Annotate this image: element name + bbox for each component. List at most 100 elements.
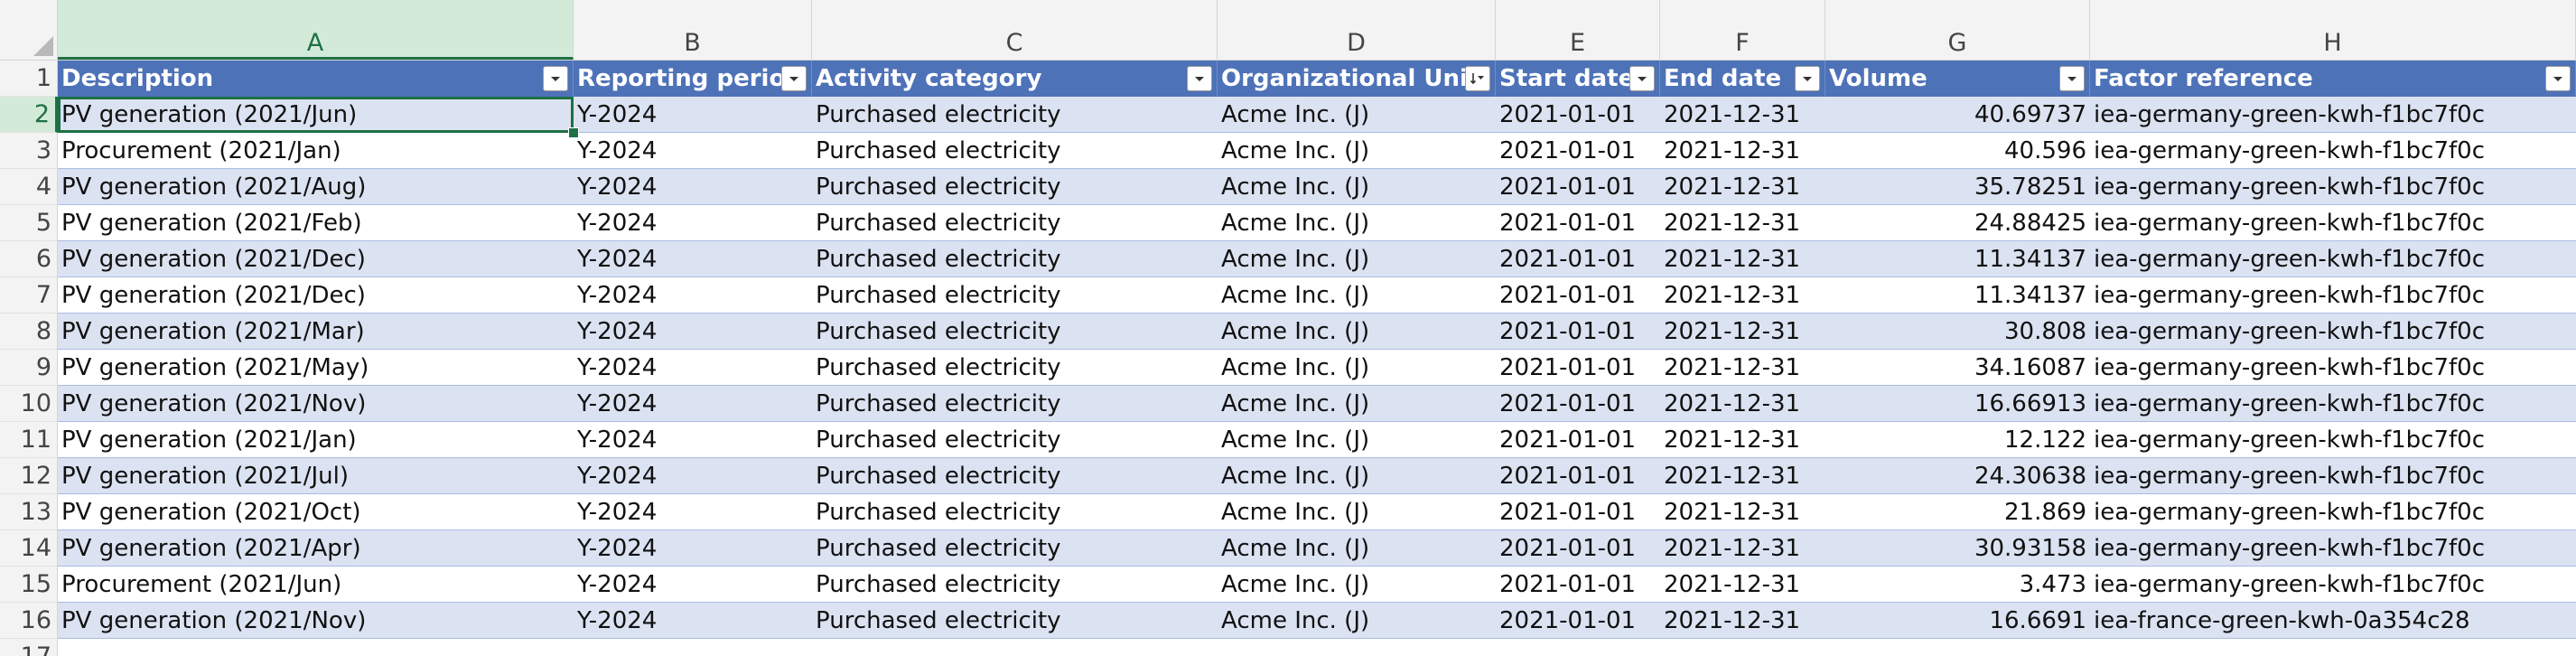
cell-a[interactable]: PV generation (2021/Jan) <box>58 422 574 457</box>
cell-h[interactable]: iea-germany-green-kwh-f1bc7f0c <box>2090 386 2576 421</box>
cell-f[interactable]: 2021-12-31 <box>1660 494 1825 529</box>
cell-f[interactable]: 2021-12-31 <box>1660 603 1825 638</box>
column-header-h[interactable]: H <box>2090 0 2576 60</box>
row-header-4[interactable]: 4 <box>0 169 58 205</box>
column-header-e[interactable]: E <box>1496 0 1660 60</box>
cell-h[interactable]: iea-germany-green-kwh-f1bc7f0c <box>2090 133 2576 168</box>
cell-g[interactable]: 34.16087 <box>1825 350 2090 385</box>
cell-g[interactable]: 30.808 <box>1825 314 2090 349</box>
cell-h[interactable]: iea-france-green-kwh-0a354c28 <box>2090 603 2576 638</box>
cell-c[interactable]: Purchased electricity <box>812 422 1218 457</box>
cell-h[interactable]: iea-germany-green-kwh-f1bc7f0c <box>2090 567 2576 602</box>
cell-a[interactable]: PV generation (2021/Dec) <box>58 277 574 313</box>
table-header-cell[interactable]: Factor reference <box>2090 61 2576 97</box>
cell-g[interactable]: 35.78251 <box>1825 169 2090 204</box>
cell-a[interactable]: PV generation (2021/Nov) <box>58 603 574 638</box>
cell-h[interactable]: iea-germany-green-kwh-f1bc7f0c <box>2090 494 2576 529</box>
cell-g[interactable]: 16.66913 <box>1825 386 2090 421</box>
table-header-cell[interactable]: Activity category <box>812 61 1218 97</box>
cell-e[interactable]: 2021-01-01 <box>1496 494 1660 529</box>
cell-g[interactable]: 12.122 <box>1825 422 2090 457</box>
cell-a[interactable]: Procurement (2021/Jun) <box>58 567 574 602</box>
cell-a[interactable]: PV generation (2021/Aug) <box>58 169 574 204</box>
cell-b[interactable]: Y-2024 <box>574 314 812 349</box>
cell-f[interactable]: 2021-12-31 <box>1660 205 1825 240</box>
cell-c[interactable]: Purchased electricity <box>812 603 1218 638</box>
cell-d[interactable]: Acme Inc. (J) <box>1218 567 1496 602</box>
cell-a[interactable]: PV generation (2021/Apr) <box>58 530 574 566</box>
cell-b[interactable]: Y-2024 <box>574 169 812 204</box>
cell-b[interactable]: Y-2024 <box>574 133 812 168</box>
cell-g[interactable]: 24.88425 <box>1825 205 2090 240</box>
spreadsheet-grid[interactable]: ABCDEFGH 1234567891011121314151617 Descr… <box>0 0 2576 656</box>
empty-row[interactable] <box>58 639 2576 656</box>
cell-d[interactable]: Acme Inc. (J) <box>1218 205 1496 240</box>
filter-dropdown-button[interactable] <box>781 66 807 91</box>
table-header-cell[interactable]: Organizational Unit <box>1218 61 1496 97</box>
cell-e[interactable]: 2021-01-01 <box>1496 205 1660 240</box>
cell-a[interactable]: PV generation (2021/Nov) <box>58 386 574 421</box>
filter-dropdown-button[interactable] <box>1629 66 1655 91</box>
table-header-cell[interactable]: End date <box>1660 61 1825 97</box>
cell-b[interactable]: Y-2024 <box>574 567 812 602</box>
row-header-6[interactable]: 6 <box>0 241 58 277</box>
cell-c[interactable]: Purchased electricity <box>812 169 1218 204</box>
cell-d[interactable]: Acme Inc. (J) <box>1218 169 1496 204</box>
cell-h[interactable]: iea-germany-green-kwh-f1bc7f0c <box>2090 422 2576 457</box>
cell-f[interactable]: 2021-12-31 <box>1660 133 1825 168</box>
cell-h[interactable]: iea-germany-green-kwh-f1bc7f0c <box>2090 97 2576 132</box>
cell-g[interactable]: 40.69737 <box>1825 97 2090 132</box>
cell-b[interactable]: Y-2024 <box>574 277 812 313</box>
cell-f[interactable]: 2021-12-31 <box>1660 314 1825 349</box>
cell-d[interactable]: Acme Inc. (J) <box>1218 603 1496 638</box>
cell-f[interactable]: 2021-12-31 <box>1660 422 1825 457</box>
cell-d[interactable]: Acme Inc. (J) <box>1218 386 1496 421</box>
row-header-2[interactable]: 2 <box>0 97 58 133</box>
cell-b[interactable]: Y-2024 <box>574 241 812 276</box>
row-header-7[interactable]: 7 <box>0 277 58 314</box>
cell-g[interactable]: 3.473 <box>1825 567 2090 602</box>
cell-b[interactable]: Y-2024 <box>574 458 812 493</box>
cell-f[interactable]: 2021-12-31 <box>1660 97 1825 132</box>
cell-g[interactable]: 24.30638 <box>1825 458 2090 493</box>
row-header-11[interactable]: 11 <box>0 422 58 458</box>
cell-d[interactable]: Acme Inc. (J) <box>1218 530 1496 566</box>
cell-e[interactable]: 2021-01-01 <box>1496 169 1660 204</box>
row-header-8[interactable]: 8 <box>0 314 58 350</box>
cell-h[interactable]: iea-germany-green-kwh-f1bc7f0c <box>2090 314 2576 349</box>
row-header-17[interactable]: 17 <box>0 639 58 656</box>
cell-h[interactable]: iea-germany-green-kwh-f1bc7f0c <box>2090 169 2576 204</box>
cell-e[interactable]: 2021-01-01 <box>1496 458 1660 493</box>
cell-g[interactable]: 30.93158 <box>1825 530 2090 566</box>
cell-h[interactable]: iea-germany-green-kwh-f1bc7f0c <box>2090 350 2576 385</box>
cell-f[interactable]: 2021-12-31 <box>1660 458 1825 493</box>
row-header-3[interactable]: 3 <box>0 133 58 169</box>
cell-e[interactable]: 2021-01-01 <box>1496 603 1660 638</box>
fill-handle[interactable] <box>568 127 579 138</box>
cell-a[interactable]: PV generation (2021/Jul) <box>58 458 574 493</box>
cell-h[interactable]: iea-germany-green-kwh-f1bc7f0c <box>2090 530 2576 566</box>
cell-d[interactable]: Acme Inc. (J) <box>1218 350 1496 385</box>
cell-e[interactable]: 2021-01-01 <box>1496 277 1660 313</box>
cell-g[interactable]: 40.596 <box>1825 133 2090 168</box>
cell-f[interactable]: 2021-12-31 <box>1660 530 1825 566</box>
cell-g[interactable]: 16.6691 <box>1825 603 2090 638</box>
cell-e[interactable]: 2021-01-01 <box>1496 241 1660 276</box>
cell-e[interactable]: 2021-01-01 <box>1496 422 1660 457</box>
row-header-14[interactable]: 14 <box>0 530 58 567</box>
cell-c[interactable]: Purchased electricity <box>812 314 1218 349</box>
column-header-a[interactable]: A <box>58 0 574 60</box>
cell-f[interactable]: 2021-12-31 <box>1660 241 1825 276</box>
cell-g[interactable]: 11.34137 <box>1825 277 2090 313</box>
filter-dropdown-button[interactable] <box>1795 66 1820 91</box>
cell-f[interactable]: 2021-12-31 <box>1660 350 1825 385</box>
cell-c[interactable]: Purchased electricity <box>812 133 1218 168</box>
cell-e[interactable]: 2021-01-01 <box>1496 530 1660 566</box>
cell-c[interactable]: Purchased electricity <box>812 386 1218 421</box>
row-header-9[interactable]: 9 <box>0 350 58 386</box>
cell-d[interactable]: Acme Inc. (J) <box>1218 422 1496 457</box>
cell-d[interactable]: Acme Inc. (J) <box>1218 241 1496 276</box>
sort-filter-button[interactable] <box>1465 66 1490 91</box>
row-header-1[interactable]: 1 <box>0 61 58 97</box>
cell-h[interactable]: iea-germany-green-kwh-f1bc7f0c <box>2090 205 2576 240</box>
